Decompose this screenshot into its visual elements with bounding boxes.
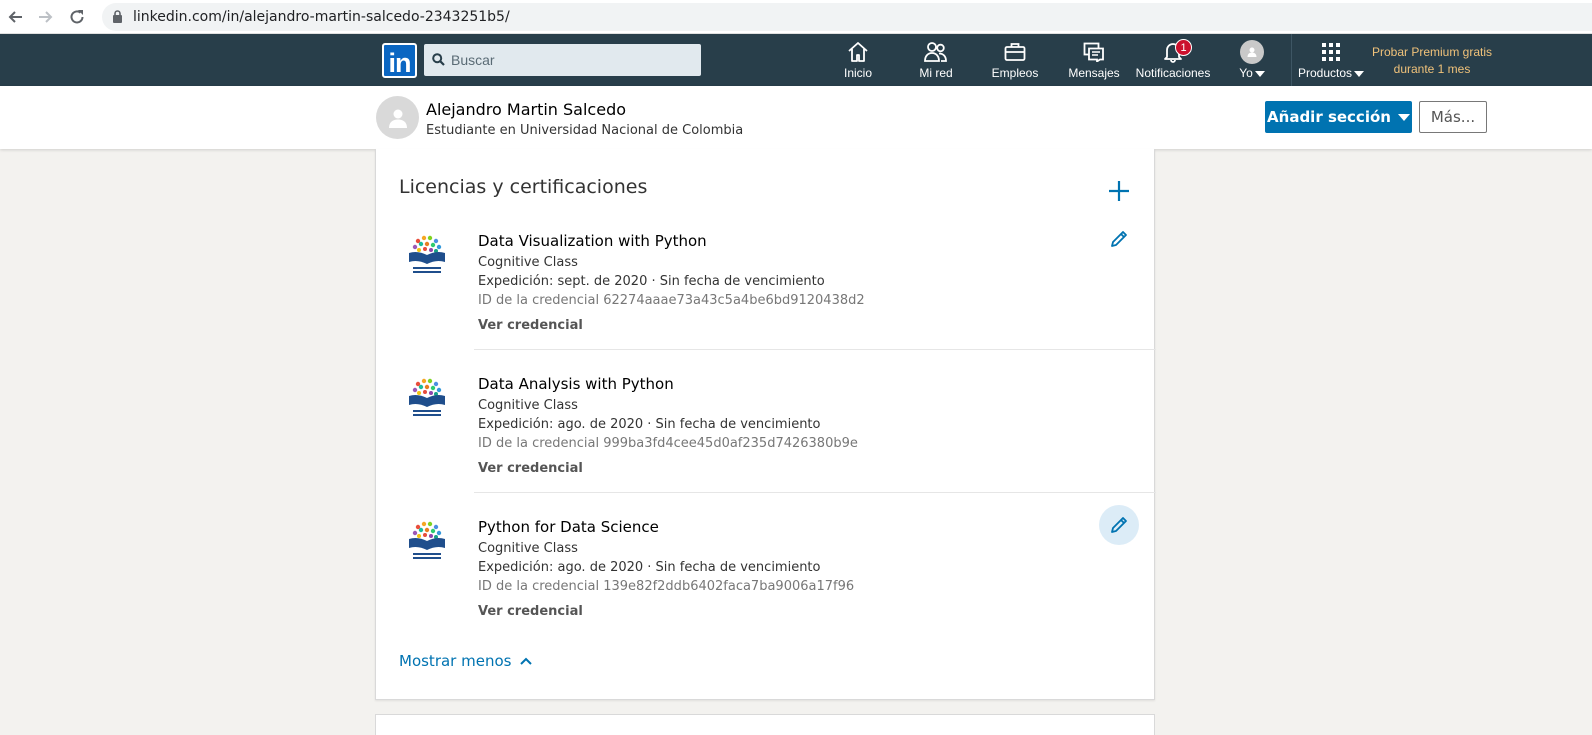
search-icon <box>432 53 445 71</box>
nav-label: Notificaciones <box>1135 66 1211 80</box>
view-credential-link[interactable]: Ver credencial <box>478 461 858 476</box>
skills-network-logo <box>404 233 450 279</box>
nav-yo-label-wrap: Yo <box>1239 66 1265 80</box>
add-section-button[interactable]: Añadir sección <box>1265 101 1412 133</box>
profile-headline: Estudiante en Universidad Nacional de Co… <box>426 123 744 138</box>
nav-item-mi-red[interactable]: Mi red <box>914 39 958 83</box>
forward-arrow-icon[interactable] <box>35 6 57 28</box>
network-icon <box>924 39 948 65</box>
nav-label: Mensajes <box>1068 66 1120 80</box>
show-less-label: Mostrar menos <box>399 652 512 670</box>
chevron-up-icon <box>520 657 533 665</box>
me-avatar-wrap <box>1240 39 1264 65</box>
premium-line-1: Probar Premium gratis <box>1371 45 1493 59</box>
nav-label: Productos <box>1297 66 1353 80</box>
nav-item-empleos[interactable]: Empleos <box>990 39 1040 83</box>
nav-divider <box>1291 34 1292 86</box>
cert-body: Python for Data Science Cognitive Class … <box>478 518 854 619</box>
nav-item-yo[interactable]: Yo <box>1233 39 1271 83</box>
list-item: Python for Data Science Cognitive Class … <box>376 491 1156 634</box>
premium-trial-link[interactable]: Probar Premium gratis durante 1 mes <box>1366 44 1498 78</box>
back-arrow-icon[interactable] <box>4 6 26 28</box>
caret-down-icon <box>1397 113 1410 121</box>
linkedin-top-nav: in Inicio Mi red Empleos Mensajes 1 <box>0 34 1592 86</box>
profile-name: Alejandro Martin Salcedo <box>426 100 627 119</box>
cert-body: Data Visualization with Python Cognitive… <box>478 232 865 333</box>
cert-title: Data Analysis with Python <box>478 375 674 393</box>
search-input[interactable] <box>451 44 696 76</box>
view-credential-link[interactable]: Ver credencial <box>478 318 865 333</box>
search-box[interactable] <box>424 44 701 76</box>
cert-issuer: Cognitive Class <box>478 255 578 270</box>
show-less-button[interactable]: Mostrar menos <box>399 652 533 670</box>
cert-title: Python for Data Science <box>478 518 659 536</box>
profile-sticky-header: Alejandro Martin Salcedo Estudiante en U… <box>0 86 1592 149</box>
cert-issuer: Cognitive Class <box>478 398 578 413</box>
caret-down-icon <box>1354 70 1365 77</box>
lock-icon <box>112 10 123 28</box>
add-license-plus-icon[interactable] <box>1107 179 1131 203</box>
more-button[interactable]: Más... <box>1419 101 1487 133</box>
list-item: Data Visualization with Python Cognitive… <box>376 205 1156 348</box>
caret-down-icon <box>1254 70 1265 77</box>
profile-avatar[interactable] <box>376 96 419 139</box>
linkedin-logo-icon[interactable]: in <box>382 43 417 78</box>
cert-credential-id: ID de la credencial 62274aaae73a43c5a4be… <box>478 293 865 308</box>
browser-toolbar: linkedin.com/in/alejandro-martin-salcedo… <box>0 0 1592 34</box>
premium-line-2: durante 1 mes <box>1393 62 1471 76</box>
cert-issued-date: Expedición: sept. de 2020 · Sin fecha de… <box>478 274 825 289</box>
licenses-section: Licencias y certificaciones Data Visuali… <box>375 149 1156 700</box>
nav-item-notificaciones[interactable]: 1 Notificaciones <box>1136 39 1210 83</box>
cert-issued-date: Expedición: ago. de 2020 · Sin fecha de … <box>478 417 821 432</box>
edit-pencil-icon[interactable] <box>1099 505 1139 545</box>
nav-label: Yo <box>1239 66 1253 80</box>
skills-network-logo <box>404 376 450 422</box>
cert-issuer: Cognitive Class <box>478 541 578 556</box>
avatar-icon <box>1240 40 1264 64</box>
nav-label: Empleos <box>991 66 1039 80</box>
view-credential-link[interactable]: Ver credencial <box>478 604 854 619</box>
nav-label: Mi red <box>919 66 953 80</box>
nav-item-inicio[interactable]: Inicio <box>838 39 878 83</box>
url-text: linkedin.com/in/alejandro-martin-salcedo… <box>133 9 510 25</box>
notification-badge: 1 <box>1175 39 1192 56</box>
skills-network-logo <box>404 519 450 565</box>
grid-icon <box>1321 39 1341 65</box>
cert-issued-date: Expedición: ago. de 2020 · Sin fecha de … <box>478 560 821 575</box>
cert-credential-id: ID de la credencial 999ba3fd4cee45d0af23… <box>478 436 858 451</box>
add-section-label: Añadir sección <box>1267 108 1391 126</box>
messages-icon <box>1083 39 1105 65</box>
cert-title: Data Visualization with Python <box>478 232 707 250</box>
nav-label: Inicio <box>843 66 872 80</box>
briefcase-icon <box>1004 39 1026 65</box>
nav-item-mensajes[interactable]: Mensajes <box>1068 39 1120 83</box>
cert-credential-id: ID de la credencial 139e82f2ddb6402faca7… <box>478 579 855 594</box>
list-item: Data Analysis with Python Cognitive Clas… <box>376 348 1156 491</box>
cert-body: Data Analysis with Python Cognitive Clas… <box>478 375 858 476</box>
section-title: Licencias y certificaciones <box>399 176 648 198</box>
reload-icon[interactable] <box>66 6 88 28</box>
address-bar[interactable]: linkedin.com/in/alejandro-martin-salcedo… <box>102 3 1592 31</box>
home-icon <box>847 39 869 65</box>
edit-pencil-icon[interactable] <box>1099 219 1139 259</box>
nav-productos-label-wrap: Productos <box>1297 66 1365 80</box>
next-section-card <box>375 714 1155 735</box>
person-icon <box>388 109 407 128</box>
nav-item-productos[interactable]: Productos <box>1297 39 1365 83</box>
